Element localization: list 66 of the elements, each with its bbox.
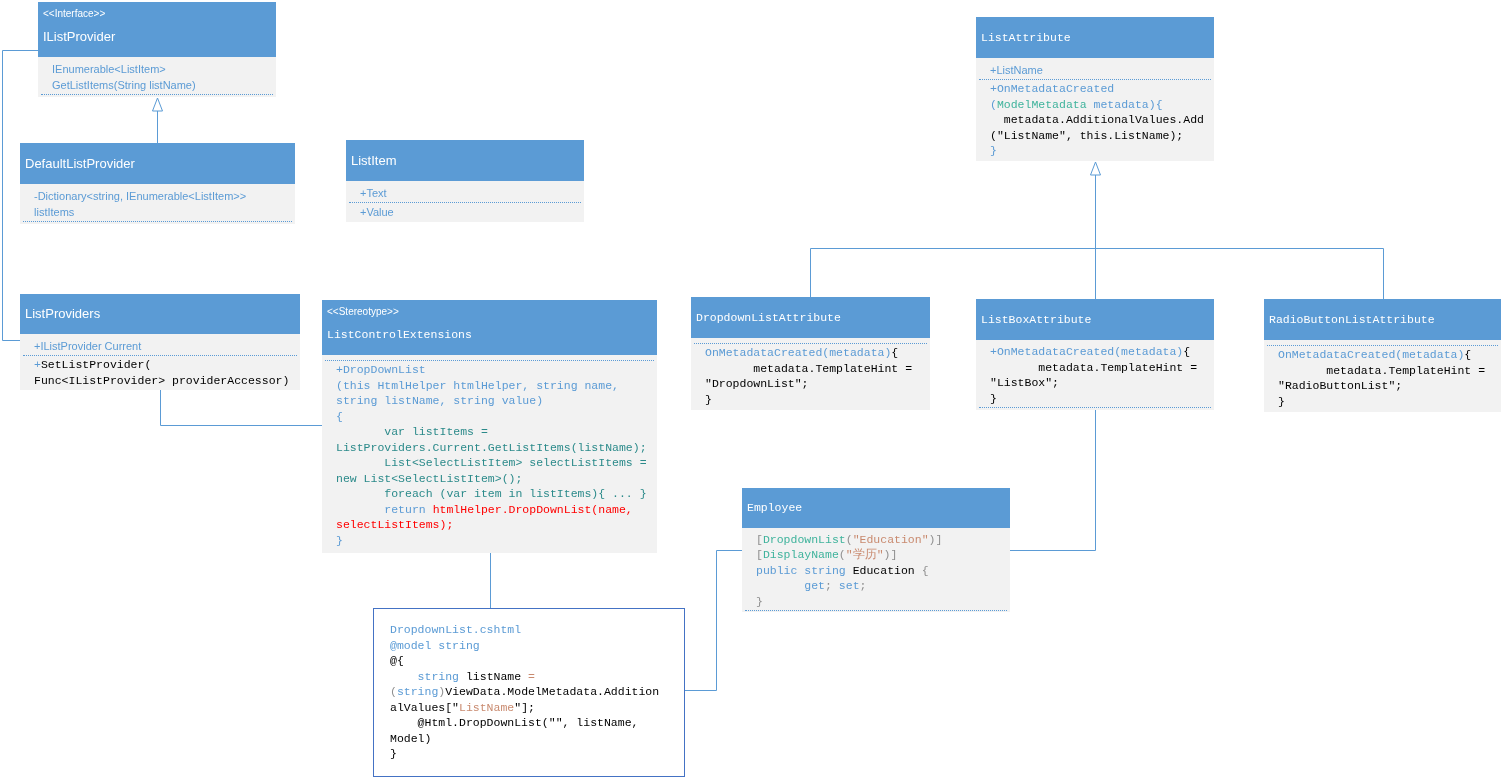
- code-line: Model): [390, 730, 432, 746]
- class-name: RadioButtonListAttribute: [1269, 311, 1435, 328]
- code-line: DropdownList.cshtml: [390, 622, 522, 638]
- class-name: DefaultListProvider: [25, 154, 135, 173]
- class-name: IListProvider: [43, 28, 116, 46]
- class-name: ListProviders: [25, 305, 101, 323]
- member-text: +ListName: [990, 63, 1043, 78]
- code-line: +SetListProvider(: [34, 357, 152, 373]
- code-line: }: [990, 143, 997, 159]
- member-text: +IListProvider Current: [34, 339, 142, 354]
- code-line: new List<SelectListItem>();: [336, 470, 523, 486]
- code-line: OnMetadataCreated(metadata){: [1278, 347, 1472, 363]
- class-name: ListItem: [351, 151, 397, 170]
- code-line: ListProviders.Current.GetListItems(listName);: [336, 439, 647, 455]
- member-text: -Dictionary<string, IEnumerable<ListItem>>: [34, 189, 247, 204]
- code-line: "RadioButtonList";: [1278, 378, 1403, 394]
- code-line: get; set;: [803, 578, 867, 594]
- code-line: }: [756, 593, 763, 609]
- code-line: {: [336, 408, 343, 424]
- member-text: listItems: [34, 205, 75, 220]
- code-line: +OnMetadataCreated: [990, 81, 1115, 97]
- code-line: return htmlHelper.DropDownList(name,: [383, 501, 633, 517]
- code-line: metadata.AdditionalValues.Add: [1002, 112, 1204, 128]
- class-name: Employee: [747, 499, 803, 516]
- class-name: DropdownListAttribute: [696, 309, 841, 326]
- code-line: ("ListName", this.ListName);: [990, 127, 1184, 143]
- code-line: @model string: [390, 637, 480, 653]
- stereotype-label: <<Stereotype>>: [327, 305, 399, 319]
- class-name: ListControlExtensions: [327, 327, 472, 343]
- code-line: [DisplayName("学历")]: [756, 547, 898, 563]
- code-line: +DropDownList: [336, 362, 426, 378]
- code-line: "ListBox";: [990, 375, 1059, 391]
- class-name: ListAttribute: [981, 29, 1071, 46]
- member-text: GetListItems(String listName): [52, 78, 196, 93]
- code-line: metadata.TemplateHint =: [1037, 359, 1198, 375]
- code-line: foreach (var item in listItems){ ... }: [383, 486, 647, 502]
- code-line: +OnMetadataCreated(metadata){: [990, 344, 1191, 360]
- code-line: (this HtmlHelper htmlHelper, string name,: [336, 377, 619, 393]
- code-line: metadata.TemplateHint =: [1325, 362, 1486, 378]
- code-line: string listName =: [416, 668, 535, 684]
- code-line: @Html.DropDownList("", listName,: [416, 715, 639, 731]
- code-line: }: [336, 532, 343, 548]
- code-line: var listItems =: [383, 424, 488, 440]
- code-line: selectListItems);: [336, 517, 454, 533]
- code-line: }: [705, 391, 712, 407]
- member-text: IEnumerable<ListItem>: [52, 62, 166, 77]
- code-line: Func<IListProvider> providerAccessor): [34, 372, 290, 388]
- code-line: }: [1278, 393, 1285, 409]
- member-text: +Text: [360, 186, 387, 201]
- connector-line: [490, 552, 491, 609]
- code-line: metadata.TemplateHint =: [752, 360, 913, 376]
- code-line: (ModelMetadata metadata){: [990, 96, 1163, 112]
- code-line: alValues["ListName"];: [390, 699, 535, 715]
- code-line: List<SelectListItem> selectListItems =: [383, 455, 647, 471]
- code-line: }: [390, 746, 397, 762]
- code-line: public string Education {: [756, 562, 929, 578]
- code-line: "DropdownList";: [705, 376, 809, 392]
- code-line: string listName, string value): [336, 393, 544, 409]
- class-name: ListBoxAttribute: [981, 311, 1092, 328]
- code-line: OnMetadataCreated(metadata){: [705, 345, 899, 361]
- member-text: +Value: [360, 205, 394, 220]
- stereotype-label: <<Interface>>: [43, 7, 106, 21]
- code-line: [DropdownList("Education")]: [756, 531, 943, 547]
- code-line: }: [990, 390, 997, 406]
- code-line: @{: [390, 653, 404, 669]
- code-line: (string)ViewData.ModelMetadata.Addition: [390, 684, 660, 700]
